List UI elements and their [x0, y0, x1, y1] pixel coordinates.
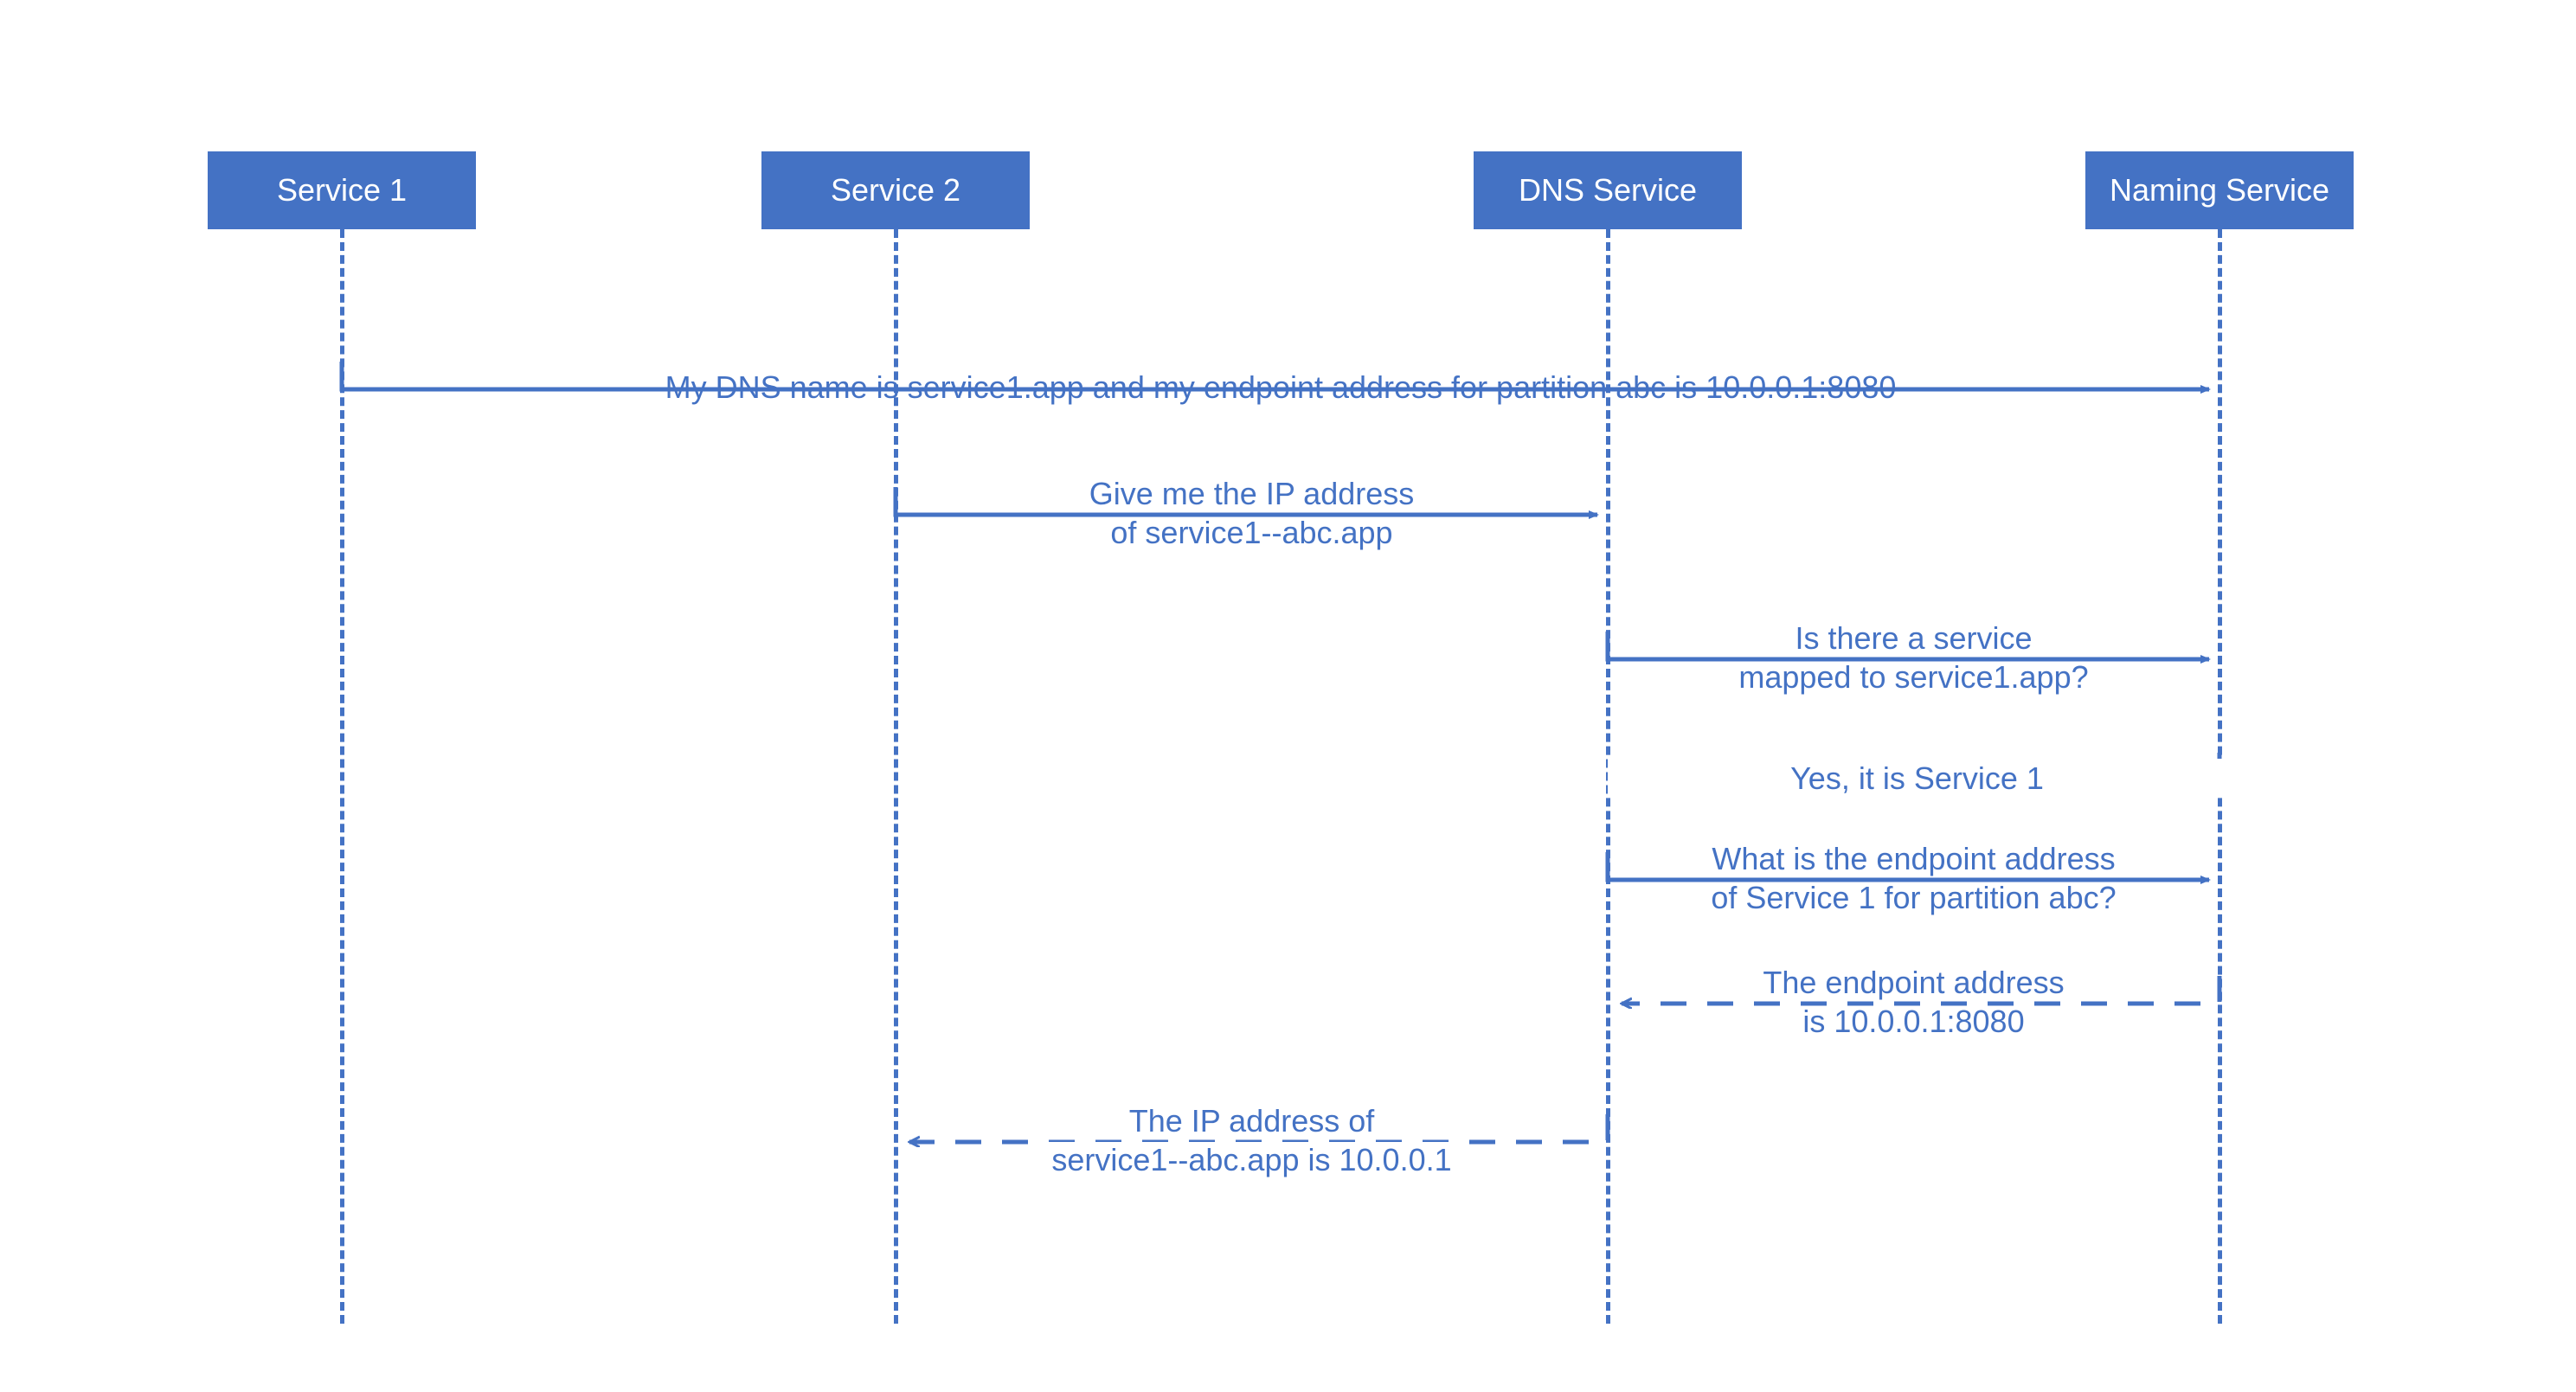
msg-text: service1--abc.app is 10.0.0.1: [1036, 1142, 1467, 1177]
participant-service-1: Service 1: [208, 151, 476, 229]
msg-endpoint-address: The endpoint address is 10.0.0.1:8080: [1608, 963, 2219, 1041]
participant-dns-service: DNS Service: [1474, 151, 1742, 229]
participant-label: Naming Service: [2110, 172, 2329, 208]
msg-ip-answer: The IP address of service1--abc.app is 1…: [896, 1101, 1608, 1179]
participant-naming-service: Naming Service: [2085, 151, 2354, 229]
msg-text: of service1--abc.app: [1110, 515, 1392, 550]
msg-yes-service1: Yes, it is Service 1: [1608, 759, 2226, 798]
msg-text: is 10.0.0.1:8080: [1802, 1004, 2024, 1039]
msg-register-endpoint: My DNS name is service1.app and my endpo…: [342, 368, 2219, 407]
participant-label: Service 1: [277, 172, 407, 208]
msg-text: Yes, it is Service 1: [1775, 760, 2059, 796]
msg-text: The endpoint address: [1747, 965, 2079, 1000]
msg-is-there-service: Is there a service mapped to service1.ap…: [1608, 619, 2219, 696]
participant-service-2: Service 2: [761, 151, 1030, 229]
participant-label: Service 2: [831, 172, 960, 208]
msg-text: The IP address of: [1129, 1103, 1375, 1139]
msg-give-ip: Give me the IP address of service1--abc.…: [896, 474, 1608, 552]
msg-text: My DNS name is service1.app and my endpo…: [665, 369, 1897, 405]
msg-text: What is the endpoint address: [1712, 841, 2115, 876]
sequence-diagram: Service 1 Service 2 DNS Service Naming S…: [0, 0, 2576, 1392]
msg-text: Is there a service: [1795, 620, 2032, 656]
participant-label: DNS Service: [1519, 172, 1697, 208]
msg-text: of Service 1 for partition abc?: [1711, 880, 2116, 915]
msg-text: mapped to service1.app?: [1738, 659, 2088, 695]
msg-text: Give me the IP address: [1089, 476, 1415, 511]
msg-what-endpoint: What is the endpoint address of Service …: [1608, 839, 2219, 917]
